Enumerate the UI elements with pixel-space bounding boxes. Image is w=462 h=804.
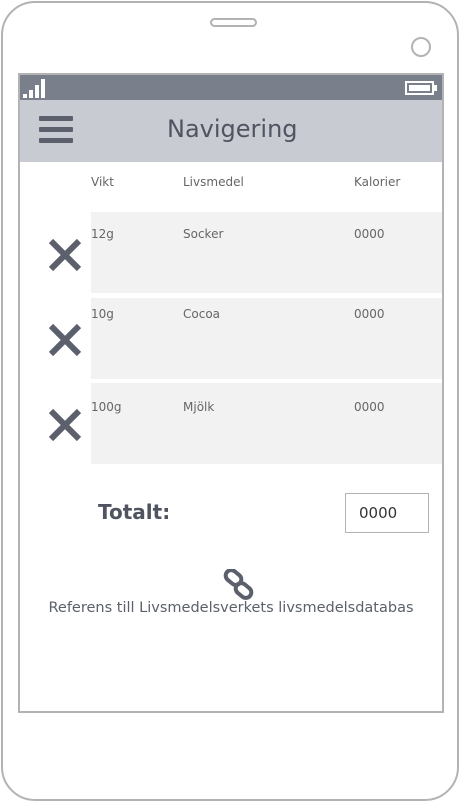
table-row[interactable]: 12g Socker 0000 xyxy=(91,212,442,293)
row-weight: 10g xyxy=(91,307,114,321)
row-calories: 0000 xyxy=(354,400,385,414)
link-icon[interactable] xyxy=(222,569,256,601)
phone-speaker xyxy=(210,18,257,27)
row-food: Socker xyxy=(183,227,224,241)
status-bar xyxy=(20,75,442,100)
total-value-field: 0000 xyxy=(345,493,429,533)
hamburger-menu-icon[interactable] xyxy=(39,116,73,146)
delete-row-1-close-icon[interactable] xyxy=(46,236,84,274)
column-header-weight: Vikt xyxy=(91,175,114,189)
row-weight: 12g xyxy=(91,227,114,241)
battery-icon xyxy=(405,81,437,95)
phone-camera xyxy=(411,37,431,57)
column-header-calories: Kalorier xyxy=(354,175,401,189)
delete-row-2-close-icon[interactable] xyxy=(46,321,84,359)
total-label: Totalt: xyxy=(98,500,171,524)
app-bar: Navigering xyxy=(20,100,442,162)
table-row[interactable]: 10g Cocoa 0000 xyxy=(91,298,442,379)
table-row[interactable]: 100g Mjölk 0000 xyxy=(91,383,442,464)
row-food: Mjölk xyxy=(183,400,215,414)
signal-icon xyxy=(23,79,45,98)
delete-row-3-close-icon[interactable] xyxy=(46,406,84,444)
row-food: Cocoa xyxy=(183,307,221,321)
column-header-food: Livsmedel xyxy=(183,175,244,189)
row-calories: 0000 xyxy=(354,307,385,321)
page-title: Navigering xyxy=(167,115,298,143)
row-weight: 100g xyxy=(91,400,122,414)
row-calories: 0000 xyxy=(354,227,385,241)
reference-link[interactable]: Referens till Livsmedelsverkets livsmede… xyxy=(20,600,442,616)
app-screen: Navigering Vikt Livsmedel Kalorier 12g S… xyxy=(18,73,444,713)
